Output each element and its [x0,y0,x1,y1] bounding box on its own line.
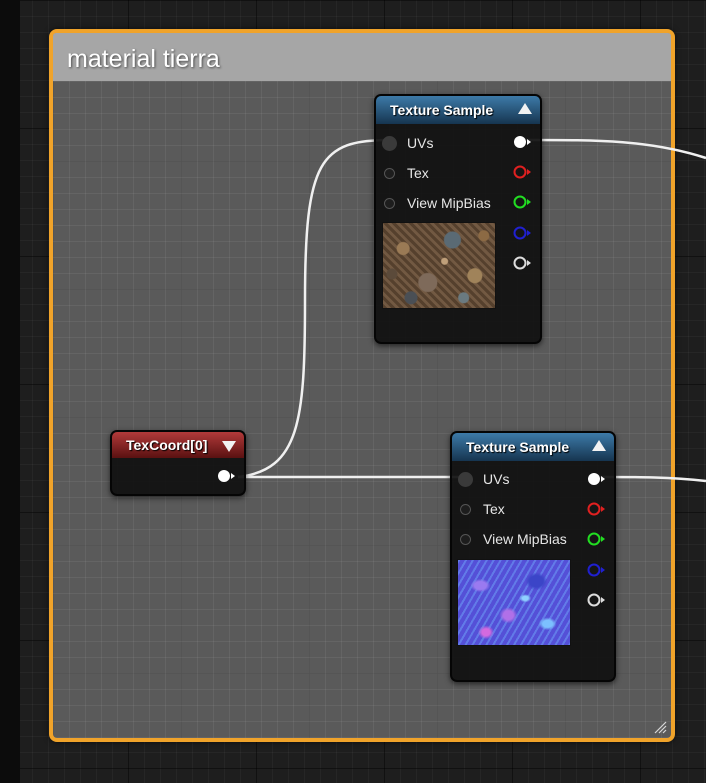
node-title: Texture Sample [390,102,494,118]
pin-circle-icon[interactable] [460,534,471,545]
pin-circle-icon[interactable] [384,168,395,179]
output-pin-r-icon[interactable] [586,501,608,517]
pin-label: View MipBias [407,195,491,211]
node-header[interactable]: Texture Sample [376,96,540,124]
node-title: TexCoord[0] [126,437,208,453]
pin-circle-icon[interactable] [382,136,397,151]
output-pin-r-icon[interactable] [512,164,534,180]
output-pin-g-icon[interactable] [512,194,534,210]
normal-map-texture-preview [457,559,571,646]
input-pin-view-mipbias[interactable]: View MipBias [376,188,496,218]
output-pin-b-icon[interactable] [586,562,608,578]
wire-texcoord-to-sample1 [237,138,391,479]
output-pin-rgb-icon[interactable] [512,134,534,150]
pin-circle-icon[interactable] [460,504,471,515]
collapse-arrow-icon[interactable] [518,103,532,114]
output-pin-icon[interactable] [216,468,238,484]
output-pin-a-icon[interactable] [586,592,608,608]
texcoord-node[interactable]: TexCoord[0] [110,430,246,496]
node-title: Texture Sample [466,439,570,455]
collapse-arrow-icon[interactable] [592,440,606,451]
pin-label: Tex [483,501,505,517]
pin-label: UVs [407,135,434,151]
input-pin-uvs[interactable]: UVs [452,464,572,494]
output-pin-rgb-icon[interactable] [586,471,608,487]
input-pin-uvs[interactable]: UVs [376,128,496,158]
node-header[interactable]: TexCoord[0] [112,432,244,458]
output-pin-b-icon[interactable] [512,225,534,241]
pin-label: Tex [407,165,429,181]
collapse-arrow-icon[interactable] [222,441,236,452]
texture-sample-node[interactable]: Texture Sample UVs Tex View MipBias [450,431,616,682]
pin-circle-icon[interactable] [384,198,395,209]
pin-label: UVs [483,471,510,487]
texture-sample-node[interactable]: Texture Sample UVs Tex View MipBias [374,94,542,344]
output-pin-g-icon[interactable] [586,531,608,547]
input-pin-tex[interactable]: Tex [452,494,572,524]
output-pin-a-icon[interactable] [512,255,534,271]
node-header[interactable]: Texture Sample [452,433,614,461]
pin-circle-icon[interactable] [458,472,473,487]
pin-label: View MipBias [483,531,567,547]
input-pin-tex[interactable]: Tex [376,158,496,188]
wire-sample1-out [525,138,706,160]
input-pin-view-mipbias[interactable]: View MipBias [452,524,572,554]
dirt-texture-preview [382,222,496,309]
